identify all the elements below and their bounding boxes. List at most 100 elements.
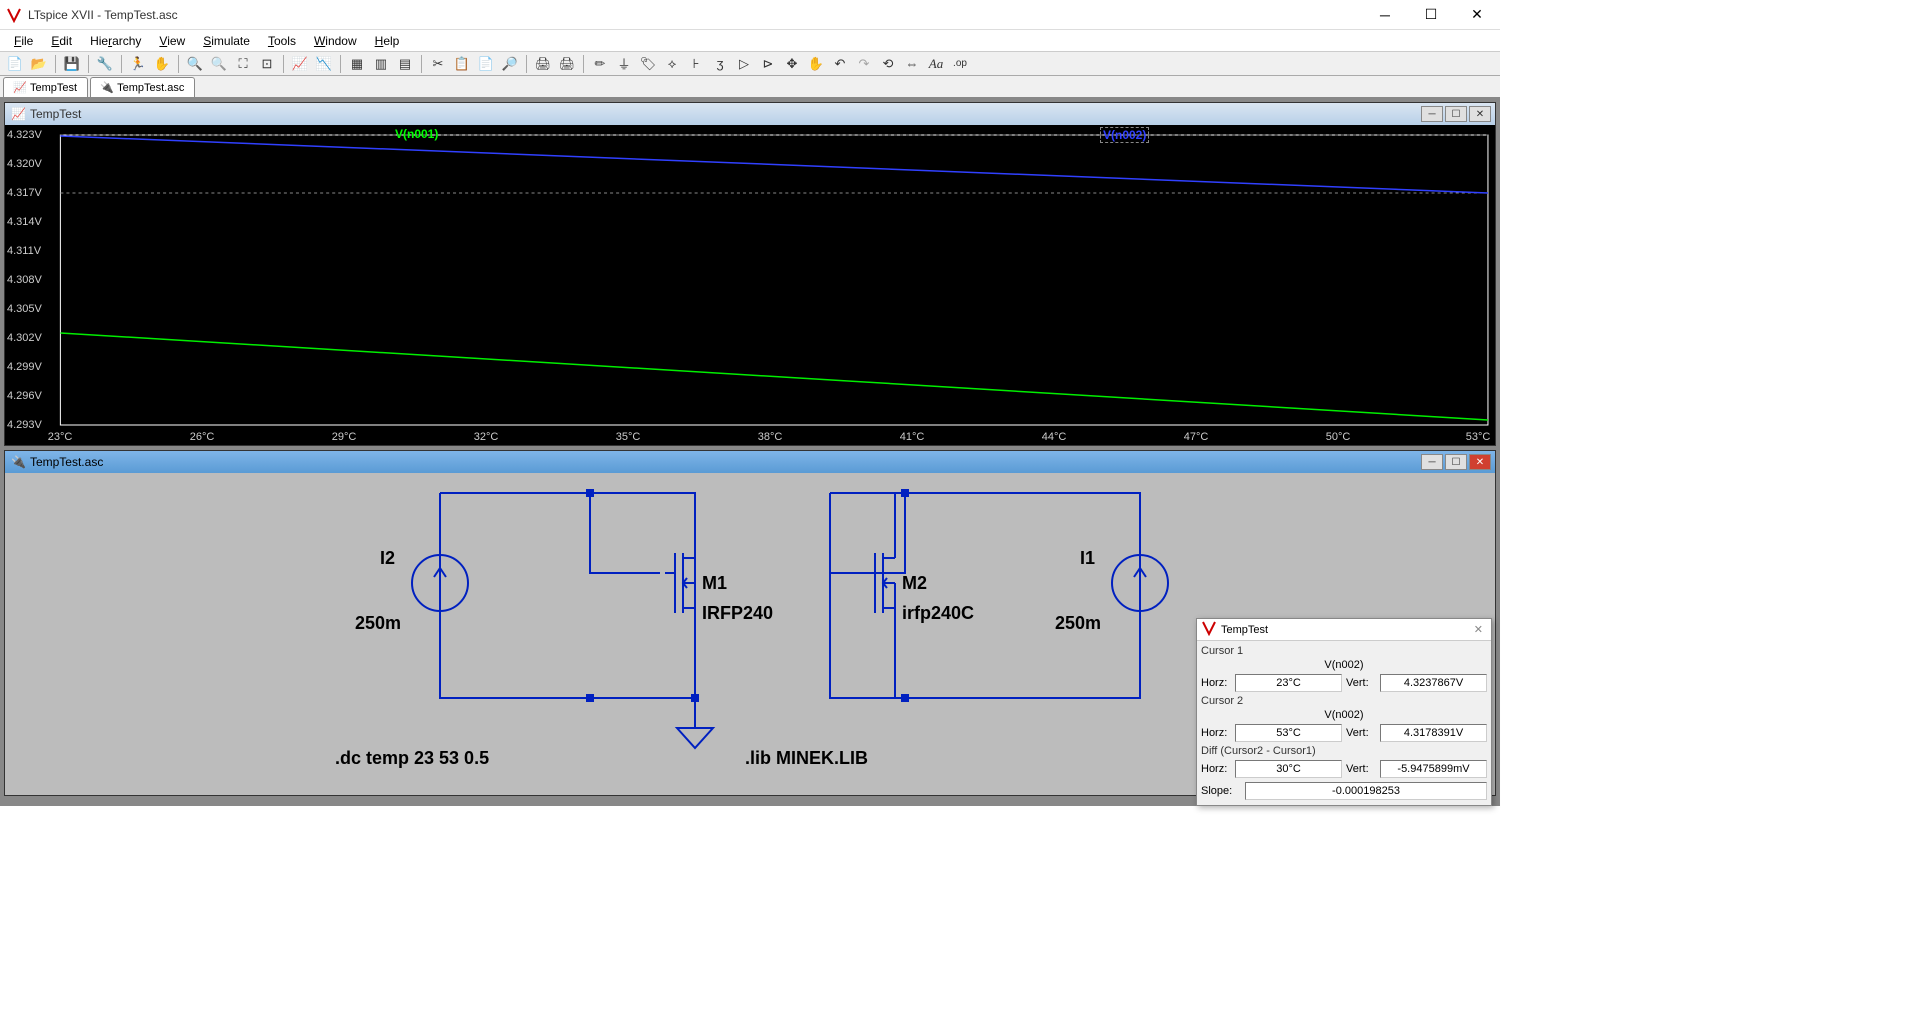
schematic-window-titlebar[interactable]: 🔌 TempTest.asc ─ ☐ ✕: [5, 451, 1495, 473]
halt-button[interactable]: ✋: [151, 54, 173, 74]
mirror-button[interactable]: ⇔: [901, 54, 923, 74]
find-button[interactable]: 🔎: [499, 54, 521, 74]
cursor-readout-window[interactable]: TempTest ✕ Cursor 1 V(n002) Horz: 23°C V…: [1196, 618, 1492, 806]
cursor-window-titlebar[interactable]: TempTest ✕: [1197, 619, 1491, 641]
cut-button[interactable]: ✂: [427, 54, 449, 74]
cursor2-heading: Cursor 2: [1201, 695, 1487, 707]
menu-bar: File Edit Hierarchy View Simulate Tools …: [0, 30, 1500, 52]
cursor1-vert-value[interactable]: 4.3237867V: [1380, 674, 1487, 692]
xtick: 41°C: [900, 431, 925, 443]
tab-schematic[interactable]: 🔌 TempTest.asc: [90, 77, 195, 97]
paste-button[interactable]: 📄: [475, 54, 497, 74]
redo-button[interactable]: ↷: [853, 54, 875, 74]
print-button[interactable]: 🖨: [532, 54, 554, 74]
spice-directive-button[interactable]: .op: [949, 54, 971, 74]
plot-window-titlebar[interactable]: 📈 TempTest ─ ☐ ✕: [5, 103, 1495, 125]
plot-canvas[interactable]: V(n001) V(n002) 4.323V 4.320V 4.317V 4.3…: [5, 125, 1495, 445]
label-net-button[interactable]: 🏷: [637, 54, 659, 74]
xtick: 38°C: [758, 431, 783, 443]
schem-window-icon: 🔌: [11, 455, 26, 469]
open-button[interactable]: 📂: [28, 54, 50, 74]
toolbar-separator: [583, 55, 584, 73]
schem-tab-icon: 🔌: [101, 82, 113, 94]
pick-visible-traces-button[interactable]: 📉: [313, 54, 335, 74]
menu-file[interactable]: File: [6, 32, 41, 50]
menu-view[interactable]: View: [151, 32, 193, 50]
plot-close-button[interactable]: ✕: [1469, 106, 1491, 122]
document-tabs: 📈 TempTest 🔌 TempTest.asc: [0, 76, 1500, 98]
trace-label-vn002[interactable]: V(n002): [1100, 127, 1149, 143]
new-schematic-button[interactable]: 📄: [4, 54, 26, 74]
text-button[interactable]: Aa: [925, 54, 947, 74]
resistor-button[interactable]: ⟡: [661, 54, 683, 74]
schem-close-button[interactable]: ✕: [1469, 454, 1491, 470]
cursor1-horz-value[interactable]: 23°C: [1235, 674, 1342, 692]
tab-plot[interactable]: 📈 TempTest: [3, 77, 88, 97]
close-window-button[interactable]: ▤: [394, 54, 416, 74]
tile-windows-button[interactable]: ▦: [346, 54, 368, 74]
menu-edit[interactable]: Edit: [43, 32, 80, 50]
menu-window[interactable]: Window: [306, 32, 365, 50]
drag-button[interactable]: ✋: [805, 54, 827, 74]
plot-maximize-button[interactable]: ☐: [1445, 106, 1467, 122]
draw-wire-button[interactable]: ✏: [589, 54, 611, 74]
inductor-button[interactable]: ʒ: [709, 54, 731, 74]
schem-minimize-button[interactable]: ─: [1421, 454, 1443, 470]
toolbar-separator: [88, 55, 89, 73]
menu-hierarchy[interactable]: Hierarchy: [82, 32, 149, 50]
component-value-i1[interactable]: 250m: [1055, 613, 1101, 634]
window-minimize-button[interactable]: ─: [1362, 0, 1408, 30]
rotate-button[interactable]: ⟲: [877, 54, 899, 74]
zoom-area-button[interactable]: ⛶: [232, 54, 254, 74]
cursor2-horz-value[interactable]: 53°C: [1235, 724, 1342, 742]
zoom-fit-button[interactable]: ⊡: [256, 54, 278, 74]
autorange-button[interactable]: 📈: [289, 54, 311, 74]
capacitor-button[interactable]: ⊦: [685, 54, 707, 74]
ytick: 4.308V: [7, 274, 42, 286]
menu-help[interactable]: Help: [367, 32, 408, 50]
schem-maximize-button[interactable]: ☐: [1445, 454, 1467, 470]
cursor2-vert-value[interactable]: 4.3178391V: [1380, 724, 1487, 742]
spice-directive-lib[interactable]: .lib MINEK.LIB: [745, 748, 868, 769]
window-titlebar: LTspice XVII - TempTest.asc ─ ☐ ✕: [0, 0, 1500, 30]
ground-button[interactable]: ⏚: [613, 54, 635, 74]
diode-button[interactable]: ▷: [733, 54, 755, 74]
undo-button[interactable]: ↶: [829, 54, 851, 74]
control-panel-button[interactable]: 🔧: [94, 54, 116, 74]
vert-label: Vert:: [1346, 763, 1376, 775]
toolbar-separator: [178, 55, 179, 73]
xtick: 32°C: [474, 431, 499, 443]
diff-horz-value: 30°C: [1235, 760, 1342, 778]
xtick: 50°C: [1326, 431, 1351, 443]
xtick: 23°C: [48, 431, 73, 443]
component-model-m1[interactable]: IRFP240: [702, 603, 773, 624]
app-logo-icon: [6, 7, 22, 23]
run-button[interactable]: 🏃: [127, 54, 149, 74]
zoom-in-button[interactable]: 🔍: [184, 54, 206, 74]
save-button[interactable]: 💾: [61, 54, 83, 74]
component-name-i2[interactable]: I2: [380, 548, 395, 569]
print-setup-button[interactable]: 🖨: [556, 54, 578, 74]
component-name-m1[interactable]: M1: [702, 573, 727, 594]
component-value-i2[interactable]: 250m: [355, 613, 401, 634]
window-maximize-button[interactable]: ☐: [1408, 0, 1454, 30]
component-name-m2[interactable]: M2: [902, 573, 927, 594]
plot-minimize-button[interactable]: ─: [1421, 106, 1443, 122]
ytick: 4.302V: [7, 332, 42, 344]
window-close-button[interactable]: ✕: [1454, 0, 1500, 30]
toolbar-separator: [421, 55, 422, 73]
component-name-i1[interactable]: I1: [1080, 548, 1095, 569]
cascade-windows-button[interactable]: ▥: [370, 54, 392, 74]
zoom-out-button[interactable]: 🔍: [208, 54, 230, 74]
cursor-window-close-button[interactable]: ✕: [1466, 623, 1491, 636]
trace-label-vn001[interactable]: V(n001): [395, 127, 438, 141]
spice-directive-dc[interactable]: .dc temp 23 53 0.5: [335, 748, 489, 769]
move-button[interactable]: ✥: [781, 54, 803, 74]
menu-tools[interactable]: Tools: [260, 32, 304, 50]
slope-value: -0.000198253: [1245, 782, 1487, 800]
menu-simulate[interactable]: Simulate: [195, 32, 258, 50]
component-button[interactable]: ⊳: [757, 54, 779, 74]
component-model-m2[interactable]: irfp240C: [902, 603, 974, 624]
xtick: 53°C: [1466, 431, 1491, 443]
copy-button[interactable]: 📋: [451, 54, 473, 74]
